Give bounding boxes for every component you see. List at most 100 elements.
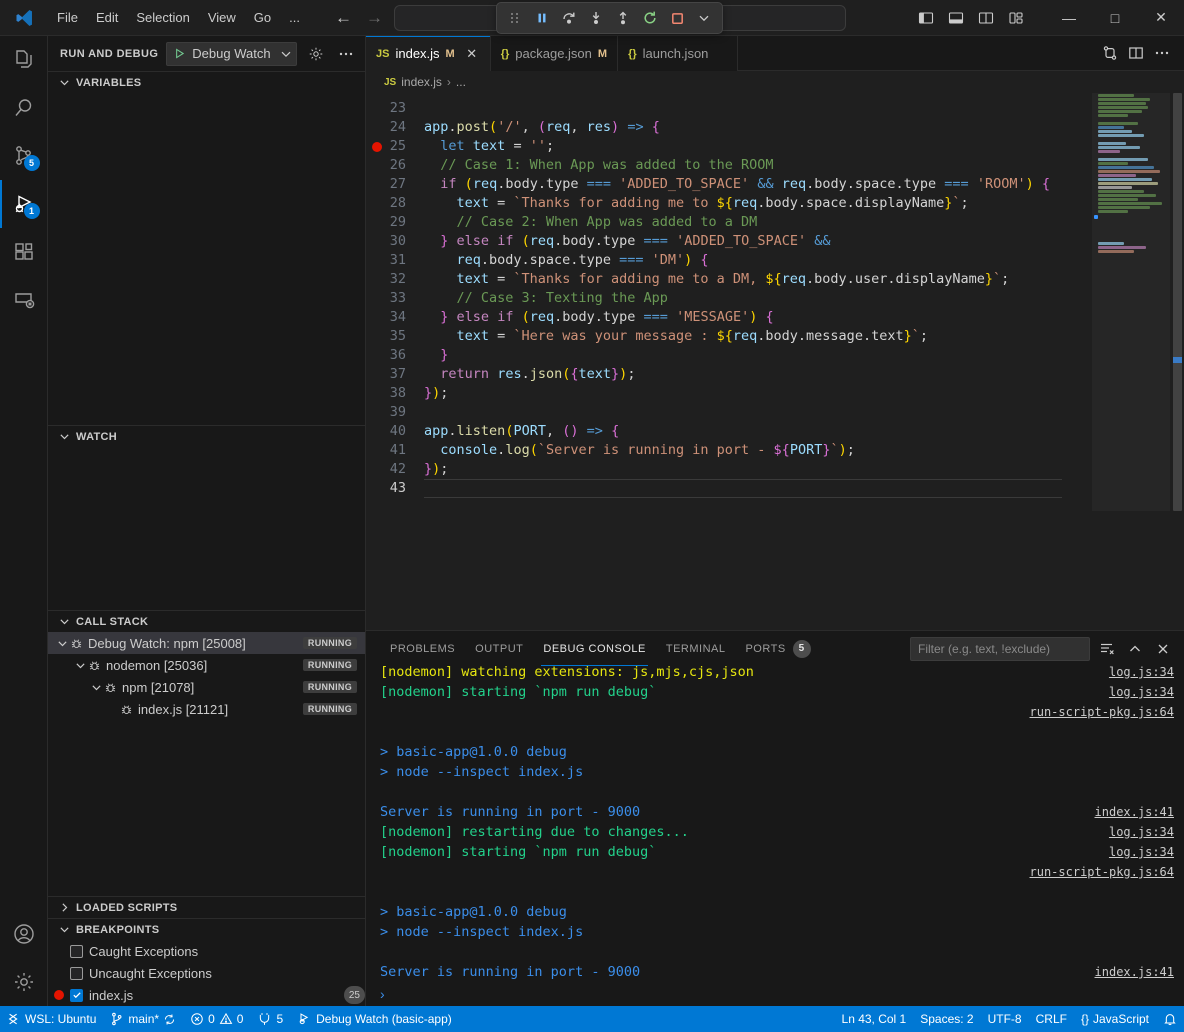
- callstack-row[interactable]: nodemon [25036] RUNNING: [48, 654, 365, 676]
- code-line[interactable]: if (req.body.type === 'ADDED_TO_SPACE' &…: [424, 175, 1092, 194]
- console-row[interactable]: Server is running in port - 9000index.js…: [366, 962, 1184, 982]
- scrollbar-thumb[interactable]: [1173, 93, 1182, 511]
- step-into-button[interactable]: [584, 6, 608, 30]
- breadcrumb-file[interactable]: index.js: [401, 75, 442, 89]
- console-row[interactable]: [nodemon] starting `npm run debug`log.js…: [366, 682, 1184, 702]
- menu-more[interactable]: ...: [280, 7, 309, 28]
- console-row[interactable]: [366, 942, 1184, 962]
- back-arrow-icon[interactable]: ←: [335, 9, 352, 26]
- menu-go[interactable]: Go: [245, 7, 280, 28]
- chevron-down-icon[interactable]: [88, 682, 104, 693]
- code-line[interactable]: text = `Thanks for adding me to a DM, ${…: [424, 270, 1092, 289]
- activity-item-source-control[interactable]: 5: [0, 132, 48, 180]
- line-number[interactable]: 32: [366, 270, 424, 289]
- console-row[interactable]: [366, 882, 1184, 902]
- code-line[interactable]: } else if (req.body.type === 'MESSAGE') …: [424, 308, 1092, 327]
- line-number[interactable]: 42: [366, 460, 424, 479]
- line-number[interactable]: 30: [366, 232, 424, 251]
- close-panel-icon[interactable]: [1152, 638, 1174, 660]
- line-number[interactable]: 33: [366, 289, 424, 308]
- status-debug-session[interactable]: Debug Watch (basic-app): [290, 1006, 459, 1032]
- console-source-link[interactable]: log.js:34: [1109, 682, 1174, 702]
- code-line[interactable]: // Case 2: When App was added to a DM: [424, 213, 1092, 232]
- status-indentation[interactable]: Spaces: 2: [913, 1006, 980, 1032]
- maximize-button[interactable]: □: [1092, 0, 1138, 36]
- code-line[interactable]: console.log(`Server is running in port -…: [424, 441, 1092, 460]
- line-number[interactable]: 38: [366, 384, 424, 403]
- line-number[interactable]: 41: [366, 441, 424, 460]
- console-source-link[interactable]: log.js:34: [1109, 842, 1174, 862]
- debug-configuration-select[interactable]: Debug Watch: [166, 42, 297, 66]
- breakpoint-dot-icon[interactable]: [372, 142, 382, 152]
- line-number[interactable]: 37: [366, 365, 424, 384]
- checkbox[interactable]: [70, 945, 83, 958]
- status-language-mode[interactable]: {} JavaScript: [1074, 1006, 1156, 1032]
- code-line[interactable]: }: [424, 346, 1092, 365]
- menu-file[interactable]: File: [48, 7, 87, 28]
- gear-icon[interactable]: [305, 43, 327, 65]
- console-row[interactable]: [nodemon] starting `npm run debug`log.js…: [366, 842, 1184, 862]
- close-icon[interactable]: ✕: [464, 46, 480, 62]
- status-encoding[interactable]: UTF-8: [981, 1006, 1029, 1032]
- forward-arrow-icon[interactable]: →: [366, 9, 383, 26]
- tab-terminal[interactable]: Terminal: [656, 631, 736, 666]
- activity-item-remote-explorer[interactable]: [0, 276, 48, 324]
- line-number[interactable]: 43: [366, 479, 424, 498]
- console-source-link[interactable]: index.js:41: [1095, 802, 1174, 822]
- line-number[interactable]: 28: [366, 194, 424, 213]
- line-number[interactable]: 25: [366, 137, 424, 156]
- console-row[interactable]: Server is running in port - 9000index.js…: [366, 802, 1184, 822]
- console-row[interactable]: [nodemon] restarting due to changes...lo…: [366, 822, 1184, 842]
- activity-item-explorer[interactable]: [0, 36, 48, 84]
- line-number[interactable]: 31: [366, 251, 424, 270]
- console-row[interactable]: [nodemon] watching extensions: js,mjs,cj…: [366, 666, 1184, 682]
- chevron-down-icon[interactable]: [72, 660, 88, 671]
- line-number[interactable]: 34: [366, 308, 424, 327]
- tab-ports[interactable]: Ports 5: [735, 631, 820, 666]
- callstack-row[interactable]: Debug Watch: npm [25008] RUNNING: [48, 632, 365, 654]
- section-header-breakpoints[interactable]: Breakpoints: [48, 918, 365, 940]
- console-source-link[interactable]: index.js:41: [1095, 962, 1174, 982]
- status-cursor-position[interactable]: Ln 43, Col 1: [835, 1006, 914, 1032]
- tab-launch-json[interactable]: {} launch.json: [618, 36, 738, 71]
- console-row[interactable]: [366, 722, 1184, 742]
- status-ports[interactable]: 5: [250, 1006, 290, 1032]
- line-number[interactable]: 27: [366, 175, 424, 194]
- section-header-loaded-scripts[interactable]: Loaded Scripts: [48, 896, 365, 918]
- status-eol[interactable]: CRLF: [1029, 1006, 1074, 1032]
- filter-input[interactable]: Filter (e.g. text, !exclude): [910, 637, 1090, 661]
- breakpoint-row-uncaught-exceptions[interactable]: Uncaught Exceptions: [48, 962, 365, 984]
- console-source-link[interactable]: log.js:34: [1109, 822, 1174, 842]
- section-header-callstack[interactable]: Call Stack: [48, 610, 365, 632]
- activity-item-run-and-debug[interactable]: 1: [0, 180, 48, 228]
- console-row[interactable]: run-script-pkg.js:64: [366, 862, 1184, 882]
- chevron-down-icon[interactable]: [54, 638, 70, 649]
- console-row[interactable]: > basic-app@1.0.0 debug: [366, 742, 1184, 762]
- checkbox[interactable]: [70, 967, 83, 980]
- section-header-variables[interactable]: Variables: [48, 71, 365, 93]
- console-source-link[interactable]: run-script-pkg.js:64: [1030, 862, 1175, 882]
- chevron-down-icon[interactable]: [692, 6, 716, 30]
- code-line[interactable]: [424, 99, 1092, 118]
- minimap[interactable]: [1092, 93, 1184, 630]
- drag-handle-icon[interactable]: [503, 6, 527, 30]
- restart-button[interactable]: [638, 6, 662, 30]
- console-row[interactable]: [366, 782, 1184, 802]
- status-notifications[interactable]: [1156, 1006, 1184, 1032]
- line-number-gutter[interactable]: 2324252627282930313233343536373839404142…: [366, 93, 424, 630]
- pause-button[interactable]: [530, 6, 554, 30]
- debug-console-output[interactable]: [nodemon] to restart at any time, enter …: [366, 666, 1184, 982]
- customize-layout-icon[interactable]: [1002, 5, 1030, 31]
- activity-item-settings[interactable]: [0, 958, 48, 1006]
- code-line[interactable]: req.body.space.type === 'DM') {: [424, 251, 1092, 270]
- tab-debug-console[interactable]: Debug Console: [533, 631, 655, 666]
- callstack-row[interactable]: index.js [21121] RUNNING: [48, 698, 365, 720]
- console-source-link[interactable]: log.js:34: [1109, 666, 1174, 682]
- code-line[interactable]: let text = '';: [424, 137, 1092, 156]
- more-actions-icon[interactable]: [1150, 41, 1174, 65]
- code-line[interactable]: // Case 1: When App was added to the ROO…: [424, 156, 1092, 175]
- split-editor-icon[interactable]: [1124, 41, 1148, 65]
- line-number[interactable]: 24: [366, 118, 424, 137]
- code-content[interactable]: app.post('/', (req, res) => { let text =…: [424, 93, 1092, 630]
- clear-console-icon[interactable]: [1096, 638, 1118, 660]
